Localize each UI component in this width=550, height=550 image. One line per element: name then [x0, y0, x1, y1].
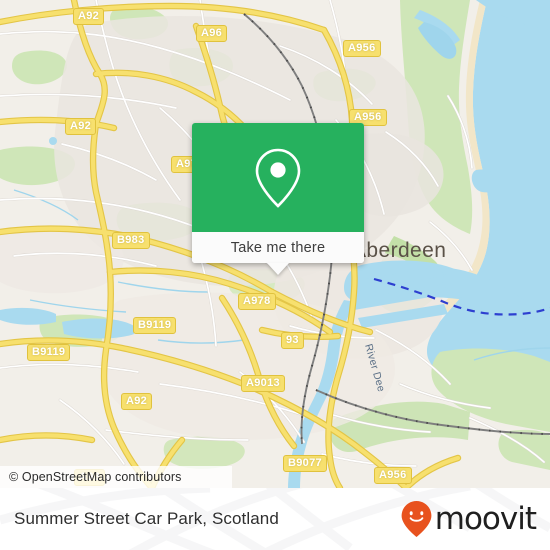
popup-header — [192, 123, 364, 232]
footer-content: Summer Street Car Park, Scotland moovit — [0, 488, 550, 550]
road-shield: 93 — [281, 332, 304, 349]
take-me-there-label: Take me there — [230, 239, 326, 256]
place-name: Summer Street Car Park, Scotland — [14, 509, 279, 528]
road-shield: A956 — [374, 467, 412, 484]
road-shield: A956 — [343, 40, 381, 57]
road-shield: A9013 — [241, 375, 285, 392]
road-shield: A92 — [65, 118, 97, 135]
map-screenshot: Aberdeen River Dee A92 A96 A956 A956 A92 A978… — [0, 0, 550, 550]
map-city-label: Aberdeen — [352, 239, 446, 262]
moovit-smiley-pin-icon — [401, 501, 432, 537]
road-shield: A92 — [73, 8, 105, 25]
destination-popup[interactable]: Take me there — [192, 123, 364, 275]
map-canvas[interactable]: Aberdeen River Dee A92 A96 A956 A956 A92 A978… — [0, 0, 550, 488]
popup-pointer-tail — [267, 263, 289, 275]
road-shield: B983 — [112, 232, 150, 249]
road-shield: B9077 — [283, 455, 327, 472]
map-attribution: © OpenStreetMap contributors — [0, 466, 232, 488]
page-footer: Summer Street Car Park, Scotland moovit — [0, 488, 550, 550]
moovit-logo[interactable]: moovit — [400, 500, 537, 538]
road-shield: B9119 — [133, 317, 177, 334]
attribution-text: © OpenStreetMap contributors — [9, 470, 182, 484]
map-pin-icon — [255, 148, 301, 208]
road-shield: B9119 — [27, 344, 71, 361]
popup-card[interactable]: Take me there — [192, 123, 364, 263]
moovit-wordmark: moovit — [434, 500, 537, 537]
road-shield: A92 — [121, 393, 153, 410]
road-shield: A978 — [238, 293, 276, 310]
road-shield: A96 — [196, 25, 228, 42]
popup-action-bar[interactable]: Take me there — [192, 232, 364, 263]
